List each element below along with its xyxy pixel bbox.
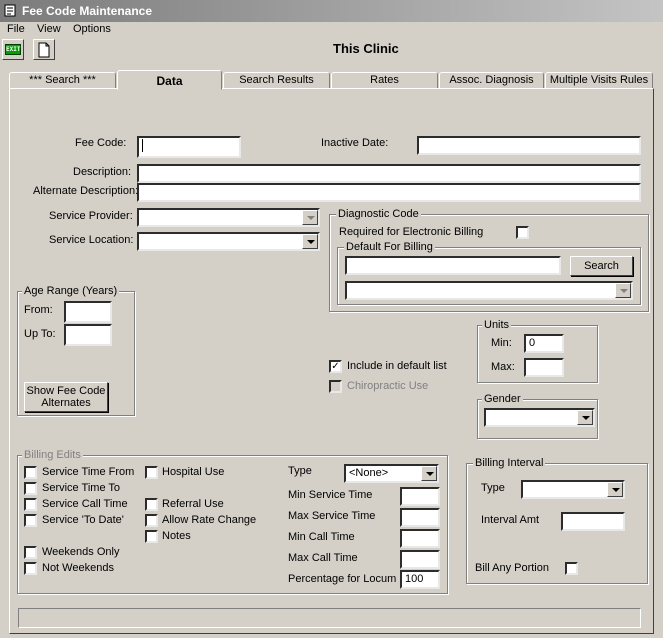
title-bar: Fee Code Maintenance [0,0,663,22]
tab-search-results[interactable]: Search Results [223,72,330,89]
app-icon [4,4,16,17]
exit-icon: EXIT [5,44,21,55]
exit-button[interactable]: EXIT [2,39,24,60]
tab-multiple-visits-rules[interactable]: Multiple Visits Rules [545,72,653,89]
tab-search[interactable]: *** Search *** [9,72,116,89]
menu-options[interactable]: Options [73,23,111,35]
tab-assoc-diagnosis[interactable]: Assoc. Diagnosis [439,72,544,89]
menu-bar: File View Options [0,22,663,38]
tab-data[interactable]: Data [117,70,222,90]
menu-view[interactable]: View [37,23,61,35]
new-button[interactable] [33,39,55,60]
data-panel [9,88,654,634]
toolbar: EXIT This Clinic [0,38,663,62]
window-title: Fee Code Maintenance [22,4,153,18]
menu-file[interactable]: File [7,23,25,35]
clinic-name: This Clinic [333,41,399,56]
new-document-icon [38,42,50,58]
tab-rates[interactable]: Rates [331,72,438,89]
